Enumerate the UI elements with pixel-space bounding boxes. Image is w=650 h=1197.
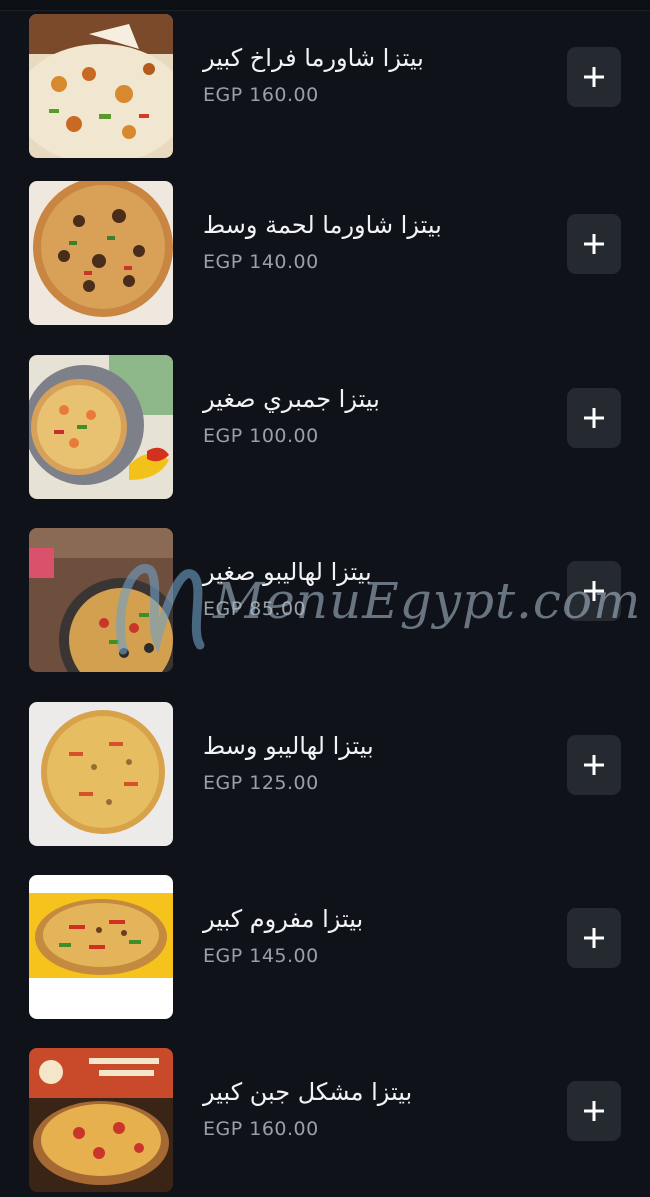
item-price: EGP 140.00	[203, 251, 319, 273]
plus-icon	[584, 755, 604, 775]
item-name: بيتزا شاورما فراخ كبير	[203, 44, 424, 72]
add-to-cart-button[interactable]	[567, 47, 621, 107]
add-to-cart-button[interactable]	[567, 561, 621, 621]
item-name: بيتزا شاورما لحمة وسط	[203, 211, 442, 239]
add-to-cart-button[interactable]	[567, 735, 621, 795]
menu-item[interactable]: بيتزا لهاليبو صغير EGP 85.00	[0, 520, 650, 693]
plus-icon	[584, 234, 604, 254]
item-image	[29, 528, 173, 672]
item-image	[29, 702, 173, 846]
menu-item[interactable]: بيتزا مفروم كبير EGP 145.00	[0, 867, 650, 1040]
item-name: بيتزا مفروم كبير	[203, 905, 364, 933]
add-to-cart-button[interactable]	[567, 1081, 621, 1141]
item-price: EGP 145.00	[203, 945, 319, 967]
menu-item[interactable]: بيتزا شاورما لحمة وسط EGP 140.00	[0, 173, 650, 346]
add-to-cart-button[interactable]	[567, 908, 621, 968]
item-price: EGP 85.00	[203, 598, 307, 620]
plus-icon	[584, 1101, 604, 1121]
menu-item[interactable]: بيتزا لهاليبو وسط EGP 125.00	[0, 694, 650, 867]
menu-item[interactable]: بيتزا شاورما فراخ كبير EGP 160.00	[0, 6, 650, 179]
item-name: بيتزا لهاليبو صغير	[203, 558, 372, 586]
item-name: بيتزا جمبري صغير	[203, 385, 380, 413]
add-to-cart-button[interactable]	[567, 388, 621, 448]
item-image	[29, 1048, 173, 1192]
item-image	[29, 355, 173, 499]
item-price: EGP 160.00	[203, 84, 319, 106]
item-image	[29, 181, 173, 325]
item-price: EGP 160.00	[203, 1118, 319, 1140]
plus-icon	[584, 408, 604, 428]
item-image	[29, 14, 173, 158]
item-price: EGP 100.00	[203, 425, 319, 447]
add-to-cart-button[interactable]	[567, 214, 621, 274]
item-name: بيتزا لهاليبو وسط	[203, 732, 374, 760]
menu-page: بيتزا شاورما فراخ كبير EGP 160.00 بيتزا …	[0, 0, 650, 1197]
plus-icon	[584, 67, 604, 87]
plus-icon	[584, 928, 604, 948]
item-image	[29, 875, 173, 1019]
plus-icon	[584, 581, 604, 601]
item-name: بيتزا مشكل جبن كبير	[203, 1078, 413, 1106]
menu-item[interactable]: بيتزا جمبري صغير EGP 100.00	[0, 347, 650, 520]
item-price: EGP 125.00	[203, 772, 319, 794]
menu-item[interactable]: بيتزا مشكل جبن كبير EGP 160.00	[0, 1040, 650, 1197]
